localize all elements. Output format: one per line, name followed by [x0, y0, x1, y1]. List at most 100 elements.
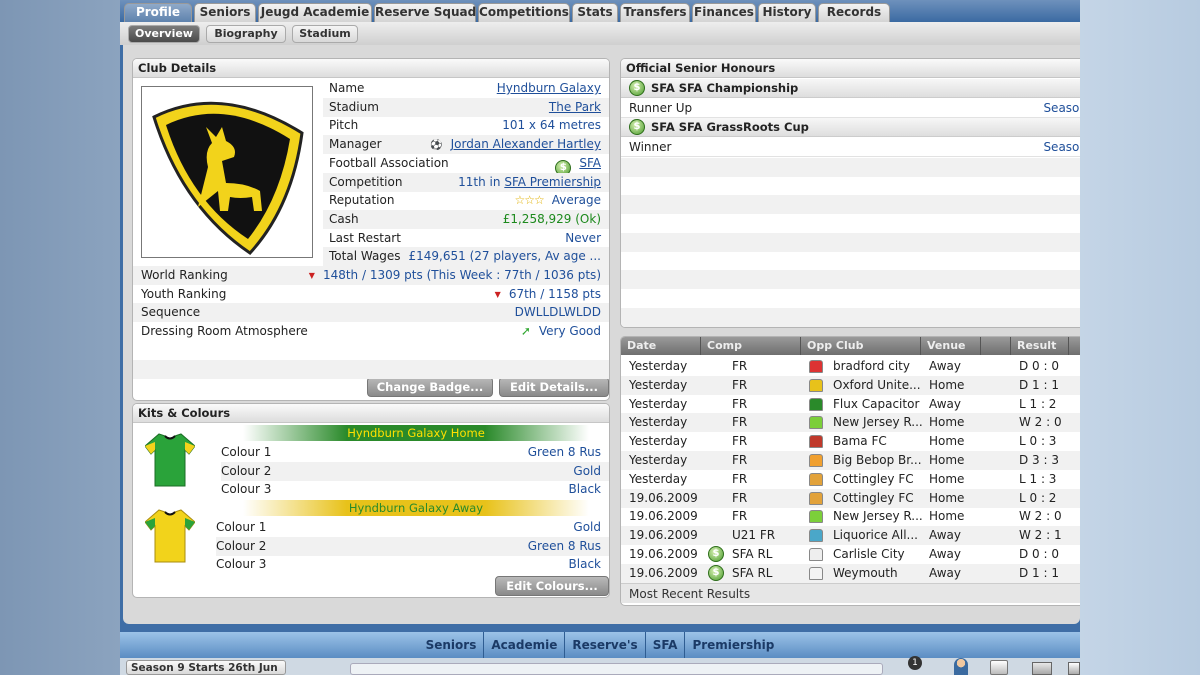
- detail-value-text: Average: [551, 193, 601, 208]
- bottom-nav-seniors[interactable]: Seniors: [419, 632, 484, 658]
- detail-label: World Ranking: [141, 268, 228, 282]
- bottom-nav-sfa[interactable]: SFA: [644, 632, 685, 658]
- tab-jeugd-academie[interactable]: Jeugd Academie: [258, 3, 372, 22]
- opponent-name[interactable]: Oxford Unite...: [833, 376, 921, 395]
- tab-competitions[interactable]: Competitions: [478, 3, 570, 22]
- detail-value-name[interactable]: Hyndburn Galaxy: [497, 79, 601, 98]
- match-row[interactable]: Yesterday FR Bama FC Home L 0 : 3: [621, 432, 1080, 451]
- away-colour-row[interactable]: Colour 2 Green 8 Rus: [216, 536, 609, 556]
- opponent-name[interactable]: Cottingley FC: [833, 489, 914, 508]
- match-result[interactable]: D 3 : 3: [1019, 451, 1059, 470]
- opponent-name[interactable]: Cottingley FC: [833, 470, 914, 489]
- match-result[interactable]: L 0 : 3: [1019, 432, 1056, 451]
- match-row[interactable]: 19.06.2009 $ SFA RL Weymouth Away D 1 : 1: [621, 563, 1080, 583]
- detail-label: Total Wages: [329, 249, 401, 264]
- match-result[interactable]: D 0 : 0: [1019, 357, 1059, 376]
- edit-details-button[interactable]: Edit Details...: [499, 377, 609, 397]
- home-colour-row[interactable]: Colour 2 Gold: [221, 461, 609, 481]
- detail-row-competition: Competition 11th in SFA Premiership: [323, 172, 609, 192]
- club-details-panel: Club Details Change Badge... Edit Detail…: [132, 58, 610, 401]
- opponent-kit-icon: [809, 378, 823, 392]
- match-row[interactable]: Yesterday FR bradford city Away D 0 : 0: [621, 357, 1080, 376]
- match-row[interactable]: 19.06.2009 U21 FR Liquorice All... Away W 2 …: [621, 526, 1080, 546]
- match-row[interactable]: Yesterday FR Cottingley FC Home L 1 : 3: [621, 470, 1080, 489]
- away-colour-row[interactable]: Colour 3 Black: [216, 555, 609, 574]
- opponent-name[interactable]: Flux Capacitor: [833, 395, 919, 414]
- match-row[interactable]: Yesterday FR New Jersey R... Home W 2 : 0: [621, 413, 1080, 433]
- match-row[interactable]: Yesterday FR Oxford Unite... Home D 1 : 1: [621, 375, 1080, 395]
- match-result[interactable]: L 1 : 3: [1019, 470, 1056, 489]
- mail-icon[interactable]: [1032, 662, 1052, 675]
- tab-profile[interactable]: Profile: [124, 3, 192, 22]
- match-row[interactable]: Yesterday FR Big Bebop Br... Home D 3 : 3: [621, 451, 1080, 470]
- match-result[interactable]: D 1 : 1: [1019, 376, 1059, 395]
- change-badge-button[interactable]: Change Badge...: [367, 377, 493, 397]
- tab-seniors[interactable]: Seniors: [194, 3, 256, 22]
- match-row[interactable]: 19.06.2009 FR Cottingley FC Home L 0 : 2: [621, 488, 1080, 508]
- column-header-result[interactable]: Result: [1011, 337, 1069, 355]
- honour-competition: SFA SFA Championship: [651, 81, 799, 95]
- honour-season-link[interactable]: Season: [1043, 99, 1080, 118]
- colour-label: Colour 3: [216, 557, 267, 572]
- tab-history[interactable]: History: [758, 3, 816, 22]
- tab-records[interactable]: Records: [818, 3, 890, 22]
- match-result[interactable]: L 1 : 2: [1019, 395, 1056, 414]
- match-row[interactable]: 19.06.2009 $ SFA RL Carlisle City Away D 0 : …: [621, 545, 1080, 564]
- manager-icon[interactable]: [954, 658, 968, 675]
- home-colour-row[interactable]: Colour 1 Green 8 Rus: [221, 443, 609, 462]
- match-venue: Away: [929, 565, 961, 580]
- detail-value-stadium[interactable]: The Park: [549, 98, 601, 117]
- edit-colours-button[interactable]: Edit Colours...: [495, 576, 609, 596]
- away-kit-banner: Hyndburn Galaxy Away: [243, 500, 589, 516]
- opponent-name[interactable]: Weymouth: [833, 564, 898, 583]
- column-header-venue[interactable]: Venue: [921, 337, 981, 355]
- match-result[interactable]: W 2 : 0: [1019, 507, 1062, 526]
- match-venue: Away: [929, 528, 961, 543]
- opponent-name[interactable]: bradford city: [833, 357, 910, 376]
- match-result[interactable]: W 2 : 0: [1019, 413, 1062, 432]
- detail-value-competition[interactable]: 11th in SFA Premiership: [458, 173, 601, 192]
- match-row[interactable]: Yesterday FR Flux Capacitor Away L 1 : 2: [621, 395, 1080, 414]
- opponent-name[interactable]: Liquorice All...: [833, 526, 918, 545]
- opponent-name[interactable]: Carlisle City: [833, 545, 905, 564]
- match-result[interactable]: D 1 : 1: [1019, 564, 1059, 583]
- subtab-overview[interactable]: Overview: [128, 25, 200, 43]
- match-result[interactable]: L 0 : 2: [1019, 489, 1056, 508]
- colour-value: Black: [568, 482, 601, 497]
- subtab-biography[interactable]: Biography: [206, 25, 286, 43]
- opponent-name[interactable]: New Jersey R...: [833, 507, 923, 526]
- tab-reserve-squad[interactable]: Reserve Squad: [374, 3, 476, 22]
- match-result[interactable]: D 0 : 0: [1019, 545, 1059, 564]
- column-header-spacer[interactable]: [981, 337, 1011, 355]
- away-colour-row[interactable]: Colour 1 Gold: [216, 518, 609, 537]
- match-venue: Home: [929, 434, 965, 449]
- bottom-nav-premiership[interactable]: Premiership: [684, 632, 781, 658]
- bottom-nav-academie[interactable]: Academie: [483, 632, 564, 658]
- sfa-logo-icon: $: [629, 119, 645, 136]
- bottom-nav-reserve-s[interactable]: Reserve's: [564, 632, 644, 658]
- trend-down-icon: ▼: [308, 271, 315, 280]
- home-colour-row[interactable]: Colour 3 Black: [221, 480, 609, 499]
- match-row[interactable]: 19.06.2009 FR New Jersey R... Home W 2 : 0: [621, 507, 1080, 526]
- honour-season-link[interactable]: Season: [1043, 138, 1080, 157]
- competition-link[interactable]: SFA Premiership: [504, 175, 601, 189]
- column-header-date[interactable]: Date: [621, 337, 701, 355]
- subtab-stadium[interactable]: Stadium: [292, 25, 358, 43]
- detail-value-manager[interactable]: ⚽ Jordan Alexander Hartley: [430, 135, 601, 155]
- inbox-icon[interactable]: [990, 660, 1008, 675]
- match-date: 19.06.2009: [629, 509, 698, 524]
- column-header-opp-club[interactable]: Opp Club: [801, 337, 921, 355]
- notification-badge[interactable]: 1: [908, 656, 922, 670]
- opponent-name[interactable]: New Jersey R...: [833, 413, 923, 432]
- empty-row: [621, 158, 1080, 177]
- opponent-name[interactable]: Bama FC: [833, 432, 887, 451]
- match-result[interactable]: W 2 : 1: [1019, 526, 1062, 545]
- column-header-comp[interactable]: Comp: [701, 337, 801, 355]
- tab-finances[interactable]: Finances: [692, 3, 756, 22]
- continue-icon[interactable]: [1068, 662, 1080, 675]
- detail-value-cash: £1,258,929 (Ok): [503, 210, 601, 229]
- tab-transfers[interactable]: Transfers: [620, 3, 690, 22]
- tab-stats[interactable]: Stats: [572, 3, 618, 22]
- opponent-name[interactable]: Big Bebop Br...: [833, 451, 922, 470]
- opponent-kit-icon: [809, 548, 823, 561]
